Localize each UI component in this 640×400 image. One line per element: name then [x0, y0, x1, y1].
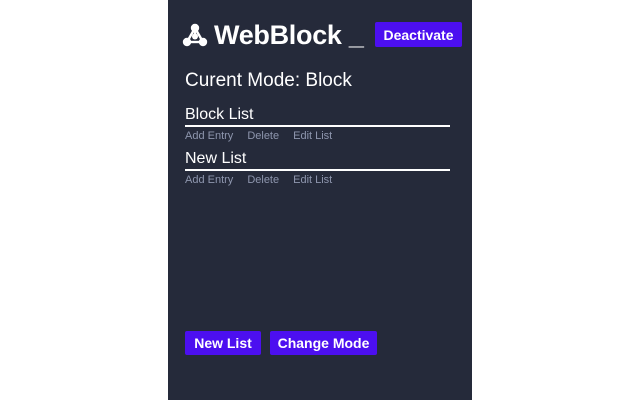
list-divider — [185, 125, 450, 127]
page: WebBlock _ Deactivate Curent Mode: Block… — [0, 0, 640, 400]
list-actions: Add Entry Delete Edit List — [185, 174, 450, 186]
delete-list-link[interactable]: Delete — [247, 174, 279, 186]
change-mode-button[interactable]: Change Mode — [270, 331, 377, 355]
deactivate-button[interactable]: Deactivate — [375, 22, 462, 47]
list-divider — [185, 169, 450, 171]
current-mode-label: Curent Mode: Block — [185, 70, 352, 91]
new-list-button[interactable]: New List — [185, 331, 261, 355]
list-title: Block List — [185, 106, 254, 123]
list-title: New List — [185, 150, 247, 167]
app-title: WebBlock _ — [214, 19, 364, 50]
list-actions: Add Entry Delete Edit List — [185, 130, 450, 142]
app-header: WebBlock _ — [182, 20, 364, 50]
edit-list-link[interactable]: Edit List — [293, 174, 332, 186]
network-nodes-icon — [182, 23, 208, 47]
add-entry-link[interactable]: Add Entry — [185, 130, 233, 142]
list-item: New List Add Entry Delete Edit List — [185, 150, 450, 186]
edit-list-link[interactable]: Edit List — [293, 130, 332, 142]
list-item: Block List Add Entry Delete Edit List — [185, 106, 450, 142]
add-entry-link[interactable]: Add Entry — [185, 174, 233, 186]
delete-list-link[interactable]: Delete — [247, 130, 279, 142]
